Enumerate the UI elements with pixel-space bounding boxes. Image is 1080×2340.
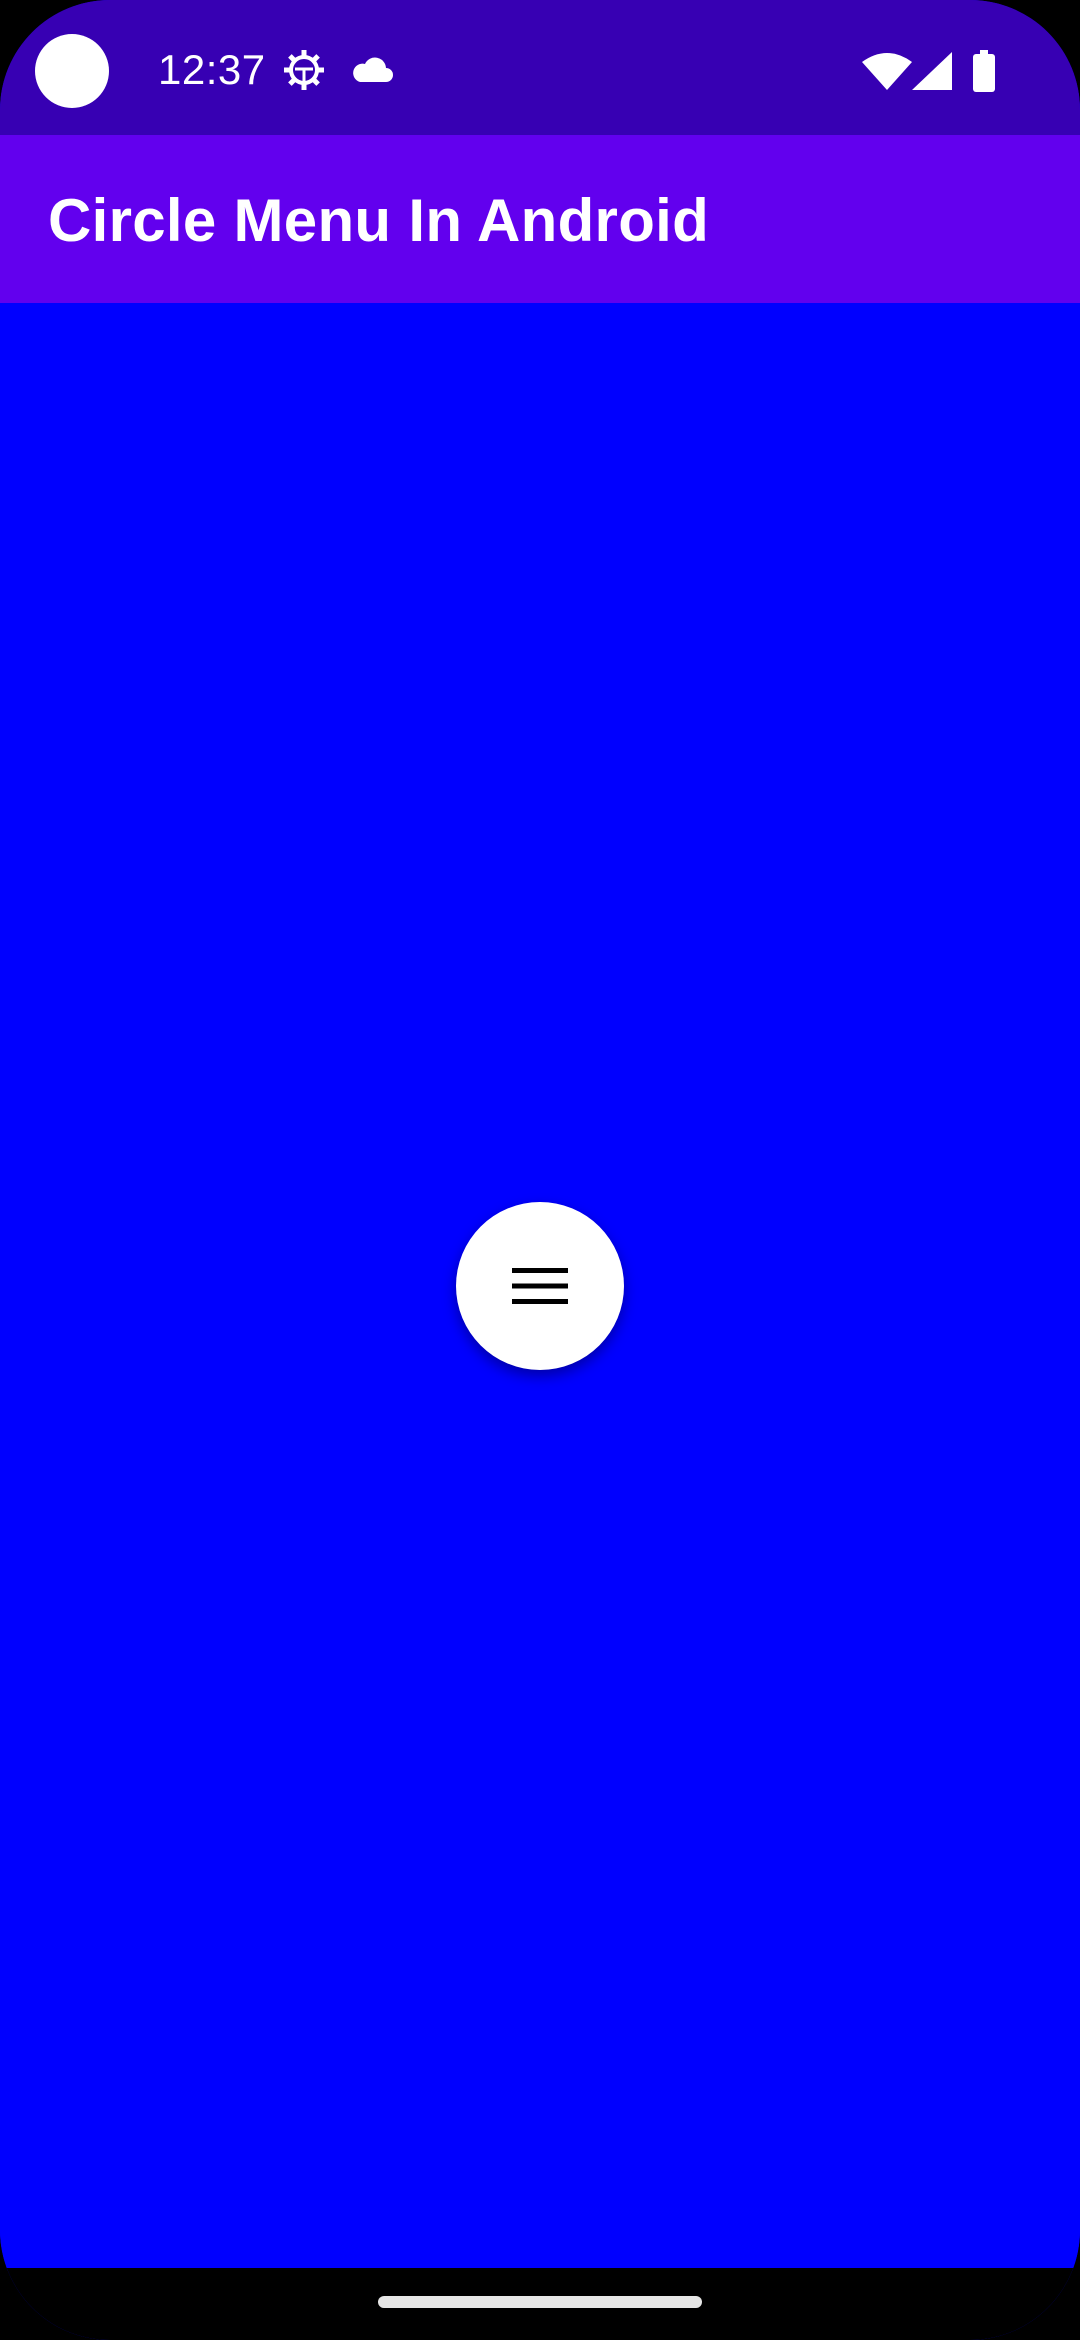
cellular-signal-icon xyxy=(912,52,952,90)
navigation-bar xyxy=(0,2268,1080,2340)
status-time: 12:37 xyxy=(158,46,266,93)
main-content xyxy=(0,303,1080,2268)
camera-cutout xyxy=(35,34,109,108)
circle-menu-button[interactable] xyxy=(456,1202,624,1370)
page-title: Circle Menu In Android xyxy=(48,187,710,254)
app-bar: Circle Menu In Android xyxy=(0,135,1080,303)
battery-icon xyxy=(973,50,995,92)
phone-screen: 12:37 Circle Menu In Android xyxy=(0,0,1080,2340)
status-bar: 12:37 xyxy=(0,0,1080,135)
home-gesture-handle[interactable] xyxy=(378,2296,702,2308)
hamburger-menu-icon xyxy=(512,1268,568,1304)
settings-gear-icon xyxy=(284,50,324,90)
cloud-icon xyxy=(353,57,393,82)
wifi-icon xyxy=(862,53,912,90)
